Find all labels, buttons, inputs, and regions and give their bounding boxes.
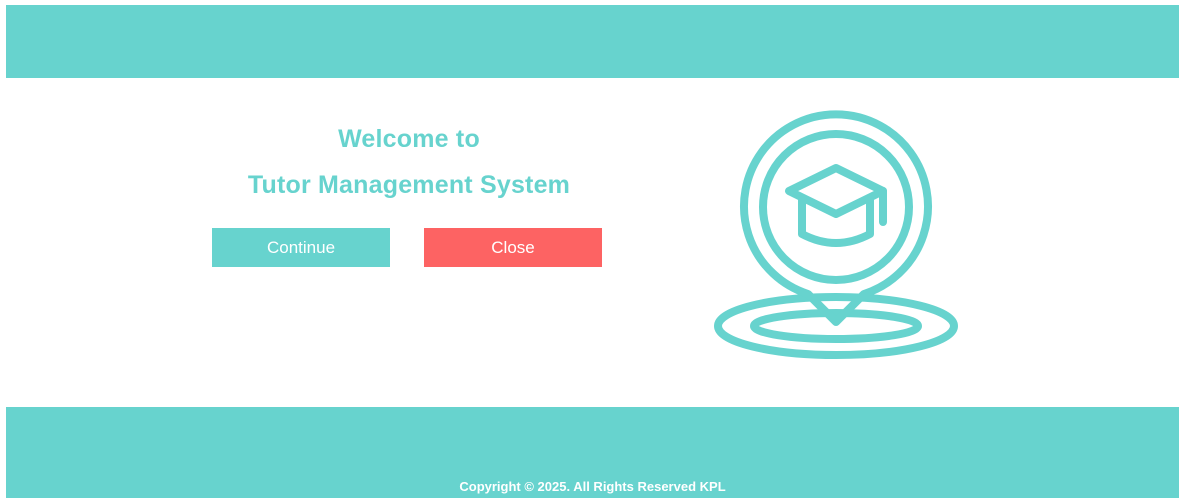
continue-button[interactable]: Continue xyxy=(212,228,390,267)
footer-band: Copyright © 2025. All Rights Reserved KP… xyxy=(6,407,1179,498)
graduation-cap-location-pin-icon xyxy=(714,110,958,359)
header-band xyxy=(6,5,1179,78)
close-button[interactable]: Close xyxy=(424,228,602,267)
welcome-title-line1: Welcome to xyxy=(338,125,480,153)
welcome-title-line2: Tutor Management System xyxy=(247,171,571,199)
welcome-window: Welcome to Tutor Management System Conti… xyxy=(0,0,1182,498)
copyright-text: Copyright © 2025. All Rights Reserved KP… xyxy=(459,479,726,494)
